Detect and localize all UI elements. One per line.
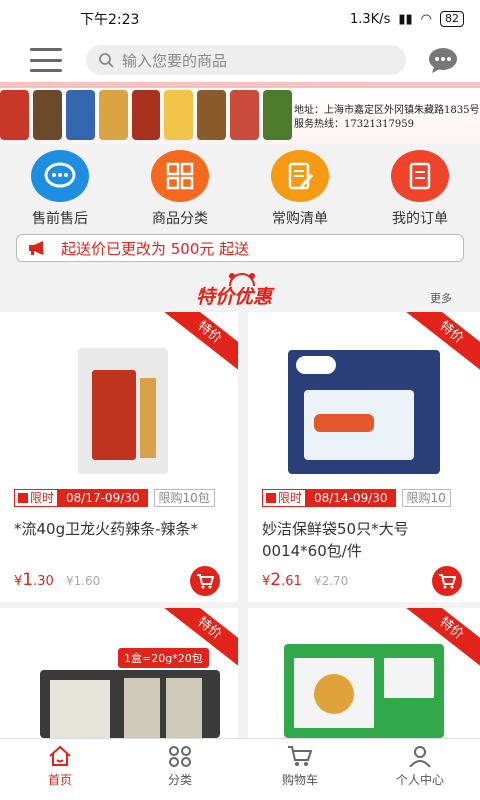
search-input[interactable]: 输入您要的商品 <box>86 45 406 75</box>
product-card[interactable]: 特价 <box>248 608 480 738</box>
menu-icon[interactable] <box>30 48 62 72</box>
promo-section-header: 特价优惠 更多 <box>0 270 480 310</box>
special-price-ribbon: 特价 <box>158 312 238 376</box>
cart-icon <box>439 574 456 589</box>
limit-label: 限时 <box>262 489 307 507</box>
product-image <box>78 348 168 474</box>
quick-categories[interactable]: 商品分类 <box>125 144 235 228</box>
product-image <box>284 644 444 738</box>
quick-frequent-list[interactable]: 常购清单 <box>245 144 355 228</box>
limit-label: 限时 <box>14 489 59 507</box>
product-price: ¥1.30 ¥1.60 <box>14 570 101 590</box>
quick-label: 售前售后 <box>32 211 88 227</box>
original-price: ¥1.60 <box>65 574 101 588</box>
original-price: ¥2.70 <box>313 574 349 588</box>
battery-icon: 82 <box>440 11 464 27</box>
home-icon <box>49 745 71 766</box>
message-icon[interactable] <box>428 47 458 73</box>
limited-time-badge: 限时 08/17-09/30 限购10包 <box>14 489 215 507</box>
cart-icon <box>288 746 313 766</box>
clock-icon <box>18 493 28 503</box>
quick-my-orders[interactable]: 我的订单 <box>365 144 475 228</box>
wifi-icon: ◠ <box>420 11 432 27</box>
search-placeholder: 输入您要的商品 <box>122 51 228 70</box>
tab-label: 首页 <box>47 773 72 787</box>
quick-label: 商品分类 <box>152 211 208 227</box>
list-edit-icon <box>271 150 329 202</box>
product-card[interactable]: 特价 限时 08/14-09/30 限购10 妙洁保鲜袋50只*大号0014*6… <box>248 312 480 602</box>
order-icon <box>391 150 449 202</box>
tab-home[interactable]: 首页 <box>0 739 120 800</box>
tab-label: 分类 <box>167 773 192 787</box>
quick-entry-bar: 售前售后 商品分类 常购清单 我的订单 <box>0 144 480 228</box>
status-bar: 下午2:23 1.3K/s ▮▮ ◠ 82 <box>0 0 480 38</box>
limited-time-badge: 限时 08/14-09/30 限购10 <box>262 489 451 507</box>
tab-label: 个人中心 <box>395 773 444 787</box>
user-icon <box>409 746 431 767</box>
product-card[interactable]: 特价 限时 08/17-09/30 限购10包 *流40g卫龙火药辣条-辣条* … <box>0 312 238 602</box>
service-icon <box>31 150 89 202</box>
banner-hotline: 服务热线：17321317959 <box>294 119 414 130</box>
product-image <box>288 350 440 474</box>
quick-label: 常购清单 <box>272 211 328 227</box>
banner-contact: 地址：上海市嘉定区外冈镇朱藏路1835号 服务热线：17321317959 <box>294 104 479 132</box>
banner-strip <box>0 82 480 88</box>
banner-products-image <box>0 90 293 140</box>
notice-text: 起送价已更改为 500元 起送 <box>61 239 250 258</box>
quick-presales-aftersales[interactable]: 售前售后 <box>5 144 115 228</box>
bottom-tab-bar: 首页 分类 购物车 个人中心 <box>0 738 480 800</box>
clock-icon <box>266 493 276 503</box>
network-speed: 1.3K/s <box>349 11 391 27</box>
product-name: *流40g卫龙火药辣条-辣条* <box>14 520 199 538</box>
tab-category[interactable]: 分类 <box>120 739 240 800</box>
promo-title: 特价优惠 <box>196 286 273 308</box>
product-card[interactable]: 特价 1盒=20g*20包 <box>0 608 238 738</box>
tab-cart[interactable]: 购物车 <box>240 739 360 800</box>
status-icons: 1.3K/s ▮▮ ◠ 82 <box>350 11 464 27</box>
limit-date: 08/14-09/30 <box>306 489 396 507</box>
signal-icon: ▮▮ <box>398 11 413 27</box>
more-link[interactable]: 更多 <box>430 290 452 306</box>
tab-label: 购物车 <box>281 773 318 787</box>
notice-bar[interactable]: 起送价已更改为 500元 起送 <box>16 234 464 262</box>
category-icon <box>169 746 191 767</box>
search-icon <box>99 53 114 68</box>
purchase-limit: 限购10 <box>401 489 451 507</box>
top-header: 输入您要的商品 <box>0 38 480 82</box>
megaphone-icon <box>29 241 43 255</box>
add-to-cart-button[interactable] <box>432 566 462 596</box>
banner-address: 地址：上海市嘉定区外冈镇朱藏路1835号 <box>294 105 480 116</box>
product-price: ¥2.61 ¥2.70 <box>262 570 349 590</box>
add-to-cart-button[interactable] <box>190 566 220 596</box>
cart-icon <box>197 574 214 589</box>
status-time: 下午2:23 <box>80 12 140 28</box>
pack-size-tag: 1盒=20g*20包 <box>118 648 209 668</box>
product-image <box>40 670 220 738</box>
grid-icon <box>151 150 209 202</box>
tab-profile[interactable]: 个人中心 <box>360 739 480 800</box>
promo-banner[interactable]: 地址：上海市嘉定区外冈镇朱藏路1835号 服务热线：17321317959 <box>0 82 480 144</box>
quick-label: 我的订单 <box>392 211 448 227</box>
limit-date: 08/17-09/30 <box>58 489 148 507</box>
product-name: 妙洁保鲜袋50只*大号0014*60包/件 <box>262 520 409 560</box>
purchase-limit: 限购10包 <box>153 489 215 507</box>
